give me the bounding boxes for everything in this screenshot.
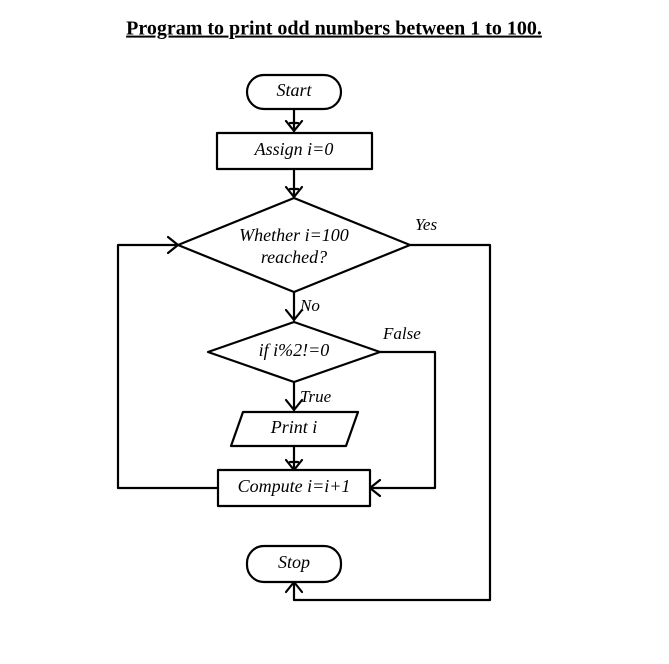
edge-loopback [118,245,218,488]
inc-label: Compute i=i+1 [238,476,351,496]
assign-label: Assign i=0 [254,139,334,159]
print-label: Print i [270,417,318,437]
diagram-title: Program to print odd numbers between 1 t… [126,18,542,40]
check100-label-2: reached? [261,247,327,267]
check100-label-1: Whether i=100 [239,225,349,245]
edge-false-label: False [382,324,421,343]
mod-label: if i%2!=0 [259,340,330,360]
edge-yes-label: Yes [415,215,437,234]
edge-true-label: True [300,387,332,406]
edge-false-path [370,352,435,488]
start-label: Start [276,80,312,100]
edge-no-label: No [299,296,320,315]
stop-label: Stop [278,552,310,572]
